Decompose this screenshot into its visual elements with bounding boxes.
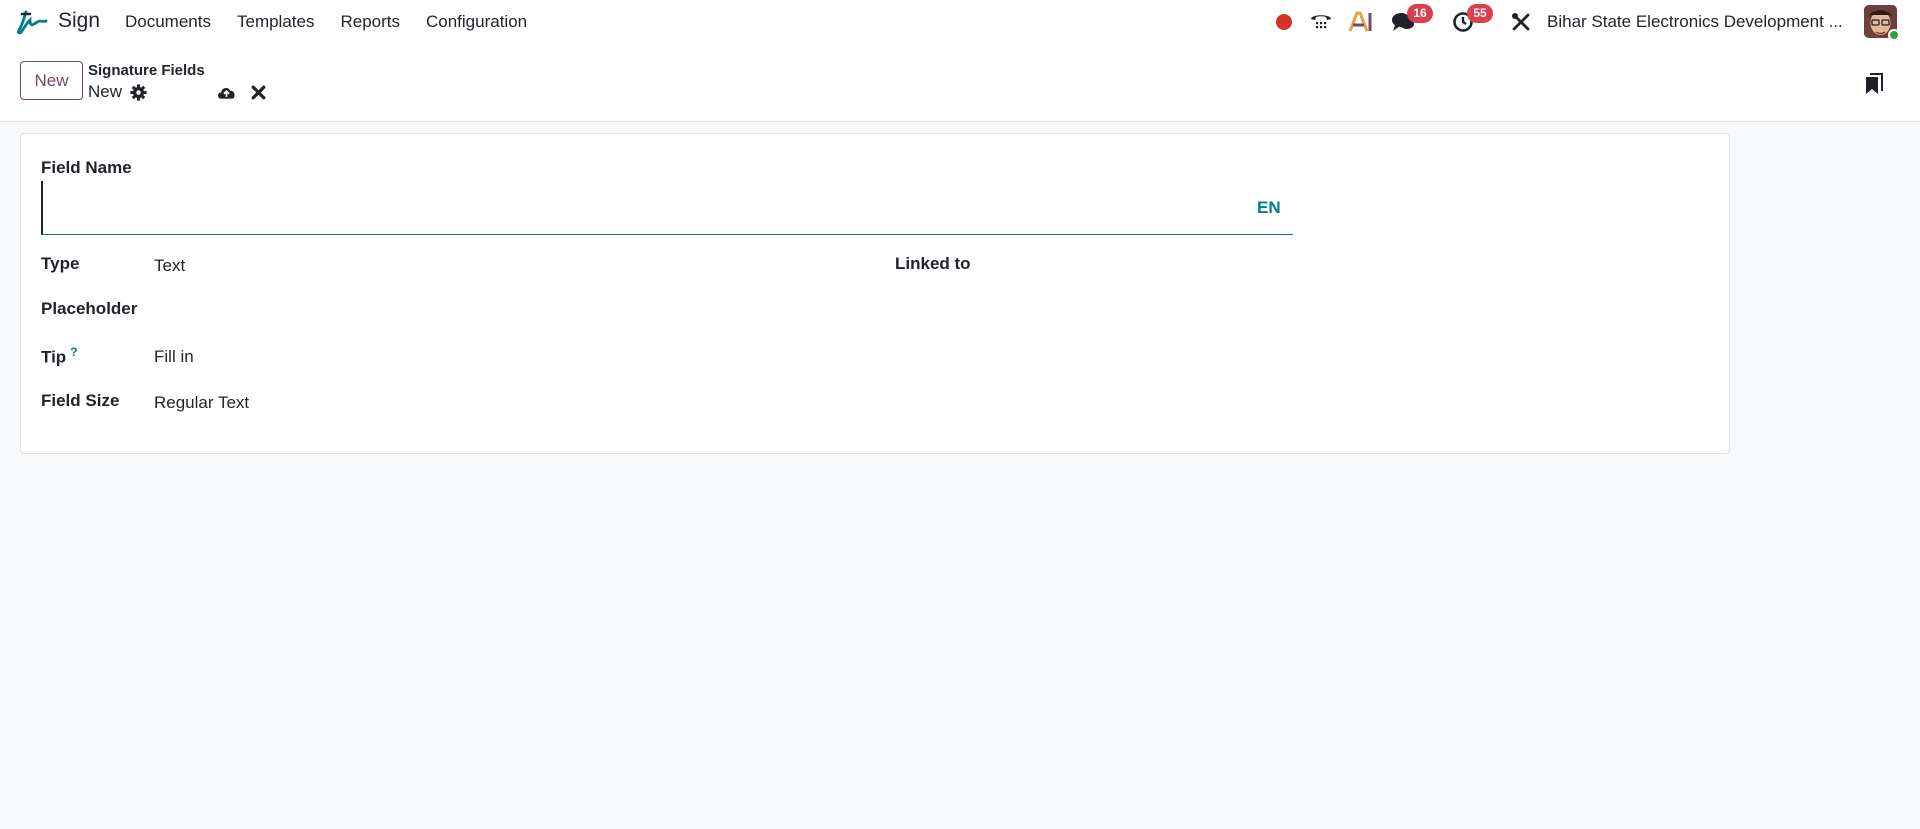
tip-help-icon[interactable]: ? <box>70 345 77 359</box>
user-avatar[interactable] <box>1864 5 1900 41</box>
field-size-field[interactable]: Regular Text <box>154 393 249 413</box>
online-status-indicator <box>1888 29 1900 41</box>
main-menu: Documents Templates Reports Configuratio… <box>125 12 527 32</box>
close-icon[interactable] <box>250 84 267 101</box>
tools-icon <box>1512 13 1530 31</box>
phone-icon <box>1311 15 1331 29</box>
menu-templates[interactable]: Templates <box>237 12 314 32</box>
ai-button[interactable] <box>1348 6 1374 38</box>
activities-badge: 55 <box>1467 4 1493 23</box>
app-name[interactable]: Sign <box>58 9 100 33</box>
new-button[interactable]: New <box>20 61 83 100</box>
record-dot-icon <box>1276 14 1292 30</box>
type-label: Type <box>41 254 80 273</box>
language-button[interactable]: EN <box>1257 198 1281 218</box>
breadcrumb-parent[interactable]: Signature Fields <box>88 62 205 79</box>
messages-button[interactable]: 16 <box>1390 4 1433 38</box>
field-size-label: Field Size <box>41 391 120 410</box>
bookmark-icon[interactable] <box>1864 72 1884 96</box>
linked-to-label: Linked to <box>895 254 971 273</box>
menu-reports[interactable]: Reports <box>340 12 400 32</box>
phone-button[interactable] <box>1309 6 1333 38</box>
type-field[interactable]: Text <box>154 256 185 276</box>
record-button[interactable] <box>1276 6 1292 38</box>
menu-documents[interactable]: Documents <box>125 12 211 32</box>
cloud-upload-icon[interactable] <box>216 82 237 103</box>
menu-configuration[interactable]: Configuration <box>426 12 527 32</box>
field-name-input[interactable] <box>41 181 1293 235</box>
company-switcher[interactable]: Bihar State Electronics Development ... <box>1547 12 1847 32</box>
debug-tools-button[interactable] <box>1510 6 1532 38</box>
gear-icon[interactable] <box>130 84 147 101</box>
top-navbar: Sign Documents Templates Reports Configu… <box>0 0 1920 44</box>
tip-label: Tip? <box>41 345 78 368</box>
breadcrumb-current: New <box>88 82 123 101</box>
placeholder-label: Placeholder <box>41 299 138 318</box>
tip-label-text: Tip <box>41 347 67 367</box>
field-name-label: Field Name <box>41 158 132 177</box>
activities-button[interactable]: 55 <box>1450 4 1493 38</box>
tip-field[interactable]: Fill in <box>154 347 194 367</box>
messages-badge: 16 <box>1407 4 1433 23</box>
form-sheet: Field Name EN Type Text Linked to Placeh… <box>20 133 1730 454</box>
ai-icon <box>1348 11 1372 32</box>
control-panel: New Signature Fields New <box>0 44 1920 122</box>
sign-logo-icon[interactable] <box>16 8 48 36</box>
